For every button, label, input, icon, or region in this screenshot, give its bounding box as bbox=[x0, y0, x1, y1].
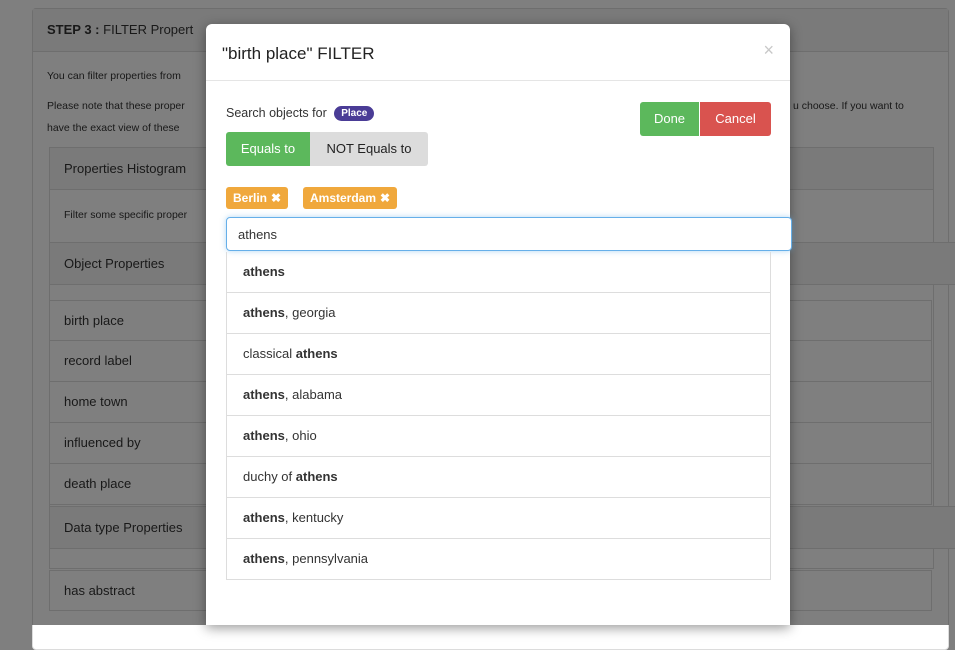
type-badge: Place bbox=[334, 106, 375, 121]
suggestion-item[interactable]: athens bbox=[227, 252, 770, 292]
cancel-button[interactable]: Cancel bbox=[700, 102, 771, 136]
remove-icon[interactable]: ✖ bbox=[380, 191, 390, 205]
suggestion-item[interactable]: athens, kentucky bbox=[227, 497, 770, 538]
remove-icon[interactable]: ✖ bbox=[271, 191, 281, 205]
tag-amsterdam[interactable]: Amsterdam ✖ bbox=[303, 187, 398, 209]
modal-header: "birth place" FILTER × bbox=[206, 24, 790, 81]
suggestion-item[interactable]: athens, pennsylvania bbox=[227, 538, 770, 579]
search-label-text: Search objects for bbox=[226, 106, 327, 120]
tag-label: Berlin bbox=[233, 191, 268, 205]
equals-to-toggle[interactable]: Equals to bbox=[226, 132, 310, 166]
search-objects-label: Search objects for Place bbox=[226, 106, 375, 121]
tag-label: Amsterdam bbox=[310, 191, 377, 205]
filter-modal: "birth place" FILTER × Search objects fo… bbox=[206, 24, 792, 625]
suggestions-dropdown: athens athens, georgia classical athens … bbox=[226, 252, 771, 580]
not-equals-to-toggle[interactable]: NOT Equals to bbox=[310, 132, 428, 166]
suggestion-item[interactable]: duchy of athens bbox=[227, 456, 770, 497]
suggestion-item[interactable]: classical athens bbox=[227, 333, 770, 374]
suggestion-item[interactable]: athens, georgia bbox=[227, 292, 770, 333]
suggestion-item[interactable]: athens, ohio bbox=[227, 415, 770, 456]
suggestion-item[interactable]: athens, alabama bbox=[227, 374, 770, 415]
search-input[interactable] bbox=[226, 217, 792, 251]
tag-berlin[interactable]: Berlin ✖ bbox=[226, 187, 289, 209]
done-button[interactable]: Done bbox=[640, 102, 699, 136]
modal-title: "birth place" FILTER bbox=[222, 44, 375, 63]
close-icon[interactable]: × bbox=[763, 40, 774, 61]
